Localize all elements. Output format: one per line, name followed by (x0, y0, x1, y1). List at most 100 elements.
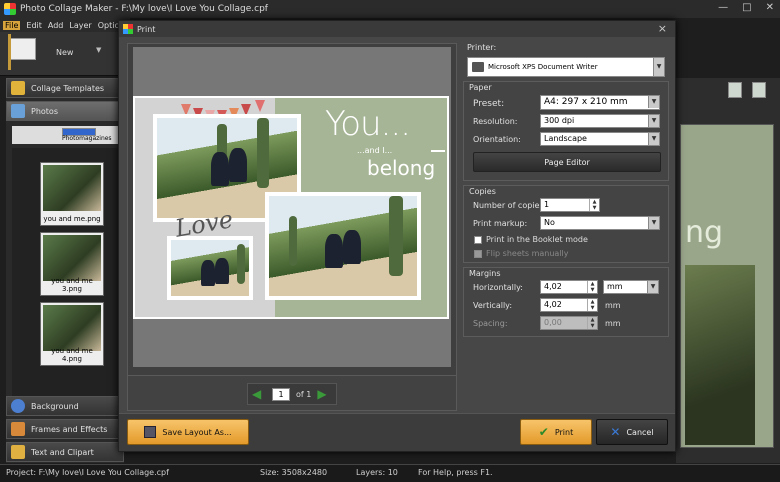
print-button[interactable]: ✔ Print (520, 419, 592, 445)
statusbar: Project: F:\My love\I Love You Collage.c… (0, 464, 780, 482)
frames-icon (11, 422, 25, 436)
unit-select[interactable]: mm ▼ (603, 280, 659, 294)
new-document-icon[interactable] (10, 38, 36, 60)
canvas-text: ng (685, 215, 724, 250)
background-icon (11, 399, 25, 413)
menu-edit[interactable]: Edit (26, 21, 42, 30)
close-icon[interactable]: × (658, 22, 667, 35)
menubar: File Edit Add Layer Optic (0, 18, 130, 32)
thumbnail[interactable]: you and me 3.png (40, 232, 104, 296)
spin-arrows-icon[interactable]: ▲ ▼ (589, 199, 599, 211)
chevron-down-icon[interactable]: ▼ (653, 58, 664, 76)
vertical-unit: mm (605, 301, 621, 310)
horizontal-label: Horizontally: (473, 283, 523, 292)
spin-arrows-icon[interactable]: ▲ ▼ (587, 281, 597, 293)
chevron-down-icon[interactable]: ▼ (648, 217, 659, 229)
toolbar-accent (8, 34, 11, 70)
printer-select[interactable]: Microsoft XPS Document Writer ▼ (467, 57, 665, 77)
printer-value: Microsoft XPS Document Writer (488, 63, 598, 71)
menu-options[interactable]: Optic (98, 21, 119, 30)
menu-file[interactable]: File (3, 20, 21, 30)
printer-icon (472, 62, 484, 72)
chevron-down-icon[interactable]: ▼ (648, 115, 659, 127)
section-background[interactable]: Background (6, 396, 124, 416)
thumbnail[interactable]: you and me 4.png (40, 302, 104, 366)
section-photos[interactable]: Photos (6, 101, 124, 121)
section-label: Collage Templates (31, 83, 105, 93)
collage-photo-3 (167, 236, 253, 300)
resolution-select[interactable]: 300 dpi ▼ (540, 114, 660, 128)
spacing-value: 0,00 (544, 318, 562, 327)
spin-arrows-icon[interactable]: ▲ ▼ (587, 299, 597, 311)
thumbnail-list: you and me.png you and me 3.png you and … (12, 148, 118, 398)
app-icon (4, 3, 16, 15)
copies-stepper[interactable]: 1 ▲ ▼ (540, 198, 600, 212)
page-settings-icon[interactable] (752, 82, 766, 98)
spacing-unit: mm (605, 319, 621, 328)
vertical-margin-stepper[interactable]: 4,02 ▲ ▼ (540, 298, 598, 312)
chevron-down-icon[interactable]: ▼ (647, 281, 658, 293)
orientation-value: Landscape (544, 134, 587, 143)
thumbnail[interactable]: you and me.png (40, 162, 104, 226)
new-dropdown-icon[interactable]: ▼ (96, 46, 101, 54)
vertical-label: Vertically: (473, 301, 513, 310)
horizontal-margin-stepper[interactable]: 4,02 ▲ ▼ (540, 280, 598, 294)
print-preview-page: You... ...and I... belong Love (133, 96, 449, 319)
section-label: Background (31, 401, 79, 411)
markup-value: No (544, 218, 555, 227)
add-page-icon[interactable] (728, 82, 742, 98)
printer-label: Printer: (467, 43, 497, 52)
page-editor-button[interactable]: Page Editor (473, 152, 661, 172)
chevron-down-icon[interactable]: ▼ (648, 96, 659, 108)
flip-checkbox: Flip sheets manually (474, 249, 569, 258)
checkbox-icon[interactable] (474, 235, 482, 244)
copies-label: Number of copies: (473, 201, 547, 210)
cancel-label: Cancel (626, 427, 654, 437)
chevron-down-icon[interactable]: ▼ (648, 133, 659, 145)
menu-add[interactable]: Add (48, 21, 64, 30)
section-label: Photos (31, 106, 58, 116)
thumbnail-caption: you and me 4.png (51, 347, 93, 363)
dialog-icon (123, 24, 133, 34)
canvas-photo (685, 265, 755, 445)
status-size: Size: 3508x2480 (260, 468, 328, 477)
save-layout-label: Save Layout As... (162, 427, 232, 437)
preset-label: Preset: (473, 99, 505, 109)
minimize-icon[interactable]: — (718, 2, 728, 13)
cancel-x-icon: ✕ (610, 425, 621, 439)
app-titlebar: Photo Collage Maker - F:\My love\I Love … (0, 0, 780, 18)
maximize-icon[interactable]: □ (742, 2, 751, 13)
spacing-label: Spacing: (473, 319, 508, 328)
prev-page-arrow-icon[interactable]: ◀ (252, 388, 266, 400)
text-icon (11, 445, 25, 459)
margins-group-label: Margins (469, 269, 501, 278)
new-button-label[interactable]: New (56, 48, 73, 57)
thumbnail-image (43, 235, 101, 281)
thumbnail-caption: you and me.png (43, 215, 101, 223)
thumbnail-caption: you and me 3.png (51, 277, 93, 293)
photos-icon (11, 104, 25, 118)
preset-select[interactable]: A4: 297 x 210 mm ▼ (540, 95, 660, 110)
page-number-input[interactable] (272, 387, 290, 401)
flip-label: Flip sheets manually (486, 249, 569, 258)
section-collage-templates[interactable]: Collage Templates (6, 78, 124, 98)
close-window-icon[interactable]: ✕ (766, 2, 774, 13)
markup-select[interactable]: No ▼ (540, 216, 660, 230)
star-icon (11, 81, 25, 95)
status-project: Project: F:\My love\I Love You Collage.c… (6, 468, 169, 477)
save-layout-button[interactable]: Save Layout As... (127, 419, 249, 445)
tree-item[interactable]: Photomagazines (62, 135, 112, 142)
collage-text-belong: belong (367, 156, 436, 180)
folder-tree[interactable]: Photomagazines (12, 126, 118, 144)
collage-text-andi: ...and I... (357, 146, 393, 155)
section-frames-effects[interactable]: Frames and Effects (6, 419, 124, 439)
section-text-clipart[interactable]: Text and Clipart (6, 442, 124, 462)
page-navigator: ◀ of 1 ▶ (247, 383, 337, 405)
booklet-checkbox[interactable]: Print in the Booklet mode (474, 235, 588, 244)
next-page-arrow-icon[interactable]: ▶ (317, 388, 331, 400)
collage-photo-2 (265, 192, 421, 300)
cancel-button[interactable]: ✕ Cancel (596, 419, 668, 445)
orientation-select[interactable]: Landscape ▼ (540, 132, 660, 146)
menu-layer[interactable]: Layer (69, 21, 91, 30)
thumbnail-image (43, 305, 101, 351)
